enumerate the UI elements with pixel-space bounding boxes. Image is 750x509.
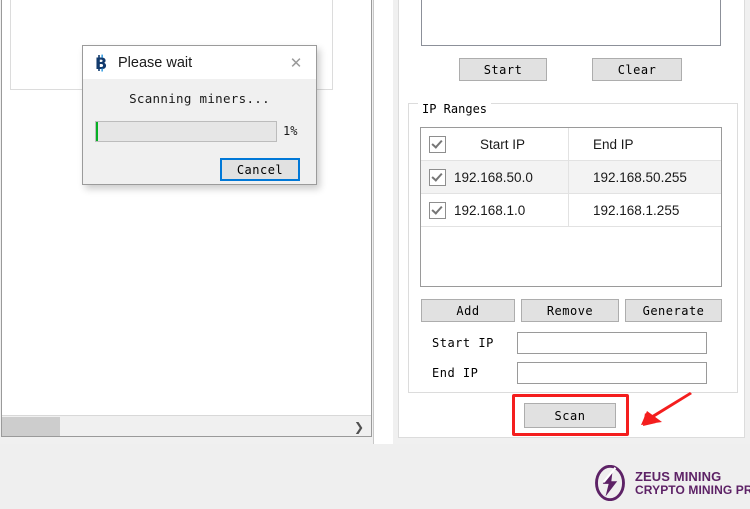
zeus-bolt-icon (595, 465, 625, 501)
row-checkbox[interactable] (429, 168, 446, 186)
end-ip-label: End IP (432, 366, 479, 380)
row-end-ip-value: 192.168.1.255 (593, 202, 680, 218)
row-cell-start-ip: 192.168.1.0 (421, 193, 569, 227)
progress-percent-label: 1% (283, 124, 298, 138)
table-empty-area (421, 227, 721, 285)
bitcoin-icon: B (92, 54, 110, 72)
cancel-button[interactable]: Cancel (220, 158, 300, 181)
start-button[interactable]: Start (459, 58, 547, 81)
logo-line-1: ZEUS MINING (635, 468, 722, 484)
clear-button[interactable]: Clear (592, 58, 682, 81)
zeus-mining-logo: ZEUS MINING CRYPTO MINING PRO (592, 463, 750, 503)
row-start-ip-value: 192.168.50.0 (454, 169, 533, 185)
start-ip-input[interactable] (517, 332, 707, 354)
ip-ranges-table[interactable]: Start IP End IP 192.168.50.0 192.168.50.… (420, 127, 722, 287)
row-cell-start-ip: 192.168.50.0 (421, 160, 569, 194)
header-cell-start-ip: Start IP (421, 128, 569, 161)
generate-button[interactable]: Generate (625, 299, 722, 322)
scrollbar-thumb[interactable] (2, 417, 60, 436)
dialog-body: Scanning miners... 1% Cancel (83, 79, 316, 184)
please-wait-dialog: B Please wait ✕ Scanning miners... 1% Ca… (82, 45, 317, 185)
row-checkbox[interactable] (429, 201, 446, 219)
header-cell-end-ip: End IP (569, 128, 721, 161)
dialog-message: Scanning miners... (129, 91, 270, 106)
row-start-ip-value: 192.168.1.0 (454, 202, 526, 218)
logo-line-2: CRYPTO MINING PRO (635, 482, 750, 497)
column-header-start-ip: Start IP (480, 136, 526, 152)
progress-fill (96, 122, 98, 141)
svg-text:B: B (95, 54, 107, 72)
row-end-ip-value: 192.168.50.255 (593, 169, 687, 185)
scroll-right-arrow-icon[interactable]: ❯ (349, 416, 369, 437)
start-ip-label: Start IP (432, 336, 494, 350)
app-root: ❯ Start Clear IP Ranges Start IP End IP … (0, 0, 750, 509)
column-header-end-ip: End IP (593, 136, 634, 152)
horizontal-scrollbar[interactable]: ❯ (2, 415, 371, 436)
dialog-title: Please wait (118, 54, 193, 71)
remove-button[interactable]: Remove (521, 299, 619, 322)
add-button[interactable]: Add (421, 299, 515, 322)
table-row[interactable]: 192.168.1.0 192.168.1.255 (421, 193, 721, 227)
end-ip-input[interactable] (517, 362, 707, 384)
scan-progress-bar (95, 121, 277, 142)
row-cell-end-ip: 192.168.1.255 (569, 194, 721, 227)
row-cell-end-ip: 192.168.50.255 (569, 161, 721, 194)
table-row[interactable]: 192.168.50.0 192.168.50.255 (421, 160, 721, 194)
table-header-row: Start IP End IP (421, 128, 721, 161)
logo-text: ZEUS MINING CRYPTO MINING PRO (635, 468, 750, 497)
dialog-title-bar: B Please wait ✕ (83, 46, 316, 79)
log-output-box[interactable] (421, 0, 721, 46)
close-icon[interactable]: ✕ (276, 46, 316, 79)
ip-ranges-group-label: IP Ranges (418, 102, 492, 116)
scan-button[interactable]: Scan (524, 403, 616, 428)
select-all-checkbox[interactable] (429, 135, 446, 153)
